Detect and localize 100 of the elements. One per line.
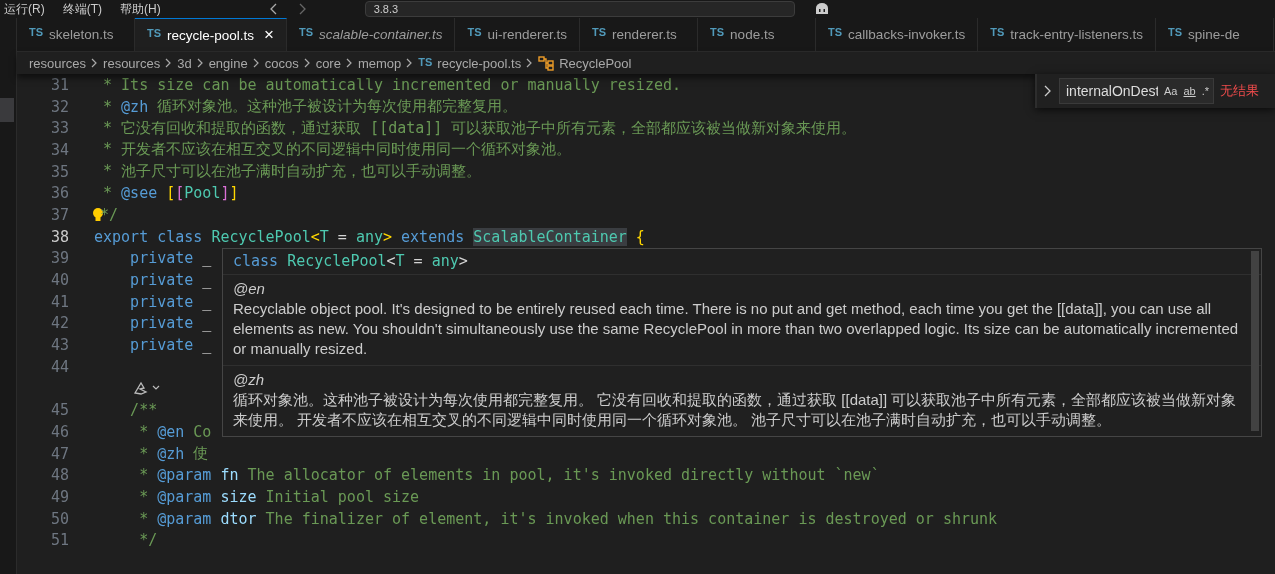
keyword: private <box>129 249 194 268</box>
close-button[interactable]: × <box>264 25 275 45</box>
code-text: _ <box>201 249 212 268</box>
comment-text: * <box>138 487 150 506</box>
editor-tab[interactable]: TS scalable-container.ts <box>287 18 456 51</box>
comment-text: */ <box>100 205 119 224</box>
doc-tag: @zh <box>157 444 185 463</box>
keyword: extends <box>400 227 466 246</box>
doc-tag: @zh <box>233 370 1249 390</box>
doc-tag: @en <box>157 422 185 441</box>
comment-text: * 开发者不应该在相互交叉的不同逻辑中同时使用同一个循环对象池。 <box>102 140 572 160</box>
find-option-toggle[interactable]: .* <box>1201 85 1210 97</box>
doc-tag: @en <box>233 279 1249 299</box>
keyword: private <box>129 292 194 311</box>
comment-text: * Its size can be automatically incremented or manually resized. <box>102 75 681 94</box>
typescript-icon: TS <box>467 26 482 38</box>
find-option-toggle[interactable]: Aa <box>1164 85 1178 97</box>
param-name: fn <box>219 466 239 485</box>
class-symbol-icon <box>538 55 555 71</box>
typescript-icon: TS <box>828 26 843 38</box>
bracket: [ <box>175 184 185 203</box>
menu-item[interactable]: 帮助(H) <box>120 0 161 18</box>
chevron-icon <box>196 58 204 68</box>
type-name: RecyclePool <box>287 251 387 271</box>
code-text: > <box>458 251 468 271</box>
doc-tag: @see <box>121 184 167 203</box>
editor-tab[interactable]: TS recycle-pool.ts × <box>135 18 288 51</box>
chevron-icon[interactable] <box>1043 84 1053 98</box>
editor-tab[interactable]: TS spine-de <box>1156 18 1274 51</box>
bracket: > <box>383 227 393 246</box>
tab-label: scalable-container.ts <box>319 27 443 42</box>
line-number: 51 <box>49 531 70 550</box>
type-name: any <box>355 227 383 246</box>
typescript-icon: TS <box>1168 26 1183 38</box>
breadcrumb-item[interactable]: 3d <box>177 55 192 71</box>
find-option-toggle[interactable]: ab <box>1183 85 1196 97</box>
tab-label: node.ts <box>730 27 775 42</box>
line-number: 41 <box>49 292 70 311</box>
comment-text: Initial pool size <box>264 487 420 506</box>
comment-text: Co <box>192 422 212 441</box>
doc-tag: @param <box>157 466 212 485</box>
chevron-icon <box>345 58 353 68</box>
breadcrumb-item[interactable]: recycle-pool.ts <box>437 55 522 71</box>
breadcrumb-item[interactable]: cocos <box>264 55 299 71</box>
typescript-icon: TS <box>592 26 607 38</box>
line-number: 34 <box>49 140 70 159</box>
line-number: 37 <box>49 205 70 224</box>
breadcrumb-item[interactable]: RecyclePool <box>559 55 632 71</box>
bracket: [ <box>166 184 176 203</box>
breadcrumb-item[interactable]: engine <box>208 55 248 71</box>
tab-label: callbacks-invoker.ts <box>848 27 966 42</box>
bracket: ] <box>229 184 239 203</box>
scrollbar[interactable] <box>1251 251 1259 431</box>
line-number: 38 <box>49 227 70 246</box>
command-center-field[interactable]: 3.8.3 <box>364 1 795 17</box>
menu-item[interactable]: 终端(T) <box>62 0 102 18</box>
editor-tab[interactable]: TS node.ts <box>698 18 817 51</box>
comment-text: * <box>138 466 150 485</box>
comment-text: * <box>138 444 150 463</box>
chevron-icon <box>165 58 173 68</box>
tab-label: ui-renderer.ts <box>487 27 568 42</box>
line-number: 46 <box>49 422 70 441</box>
breadcrumb-item[interactable]: resources <box>29 55 87 71</box>
comment-text: /** <box>129 401 158 420</box>
breadcrumb-item[interactable]: resources <box>103 55 161 71</box>
chevron-icon <box>526 58 534 68</box>
chevron-icon <box>303 58 311 68</box>
line-number: 35 <box>49 162 70 181</box>
line-number: 31 <box>49 75 70 94</box>
code-text: _ <box>201 314 212 333</box>
bracket: ] <box>220 184 230 203</box>
comment-text: * 它没有回收和提取的函数，通过获取 [[data]] 可以获取池子中所有元素，全部都应该被当做新对象来使用。 <box>102 118 857 138</box>
comment-text: * 池子尺寸可以在池子满时自动扩充，也可以手动调整。 <box>102 162 482 182</box>
tab-label: renderer.ts <box>612 27 677 42</box>
tab-label: skeleton.ts <box>49 27 114 42</box>
editor-tab[interactable]: TS callbacks-invoker.ts <box>816 18 979 51</box>
editor-tab[interactable]: TS ui-renderer.ts <box>455 18 581 51</box>
comment-text: The finalizer of element, it's invoked when this container is destroyed or shrunk <box>264 509 998 528</box>
editor-tab[interactable]: TS track-entry-listeners.ts <box>978 18 1156 51</box>
type-name: RecyclePool <box>211 227 311 246</box>
copilot-sparkle-icon[interactable] <box>132 380 162 397</box>
line-number: 49 <box>49 487 70 506</box>
menu-item[interactable]: 运行(R) <box>4 0 45 18</box>
comment-text: * <box>138 422 150 441</box>
breadcrumb-item[interactable]: core <box>315 55 341 71</box>
keyword: private <box>129 336 194 355</box>
doc-tag: @param <box>157 509 212 528</box>
tab-label: spine-de <box>1188 27 1240 42</box>
typescript-icon: TS <box>147 26 162 39</box>
comment-text: The allocator of elements in pool, it's invoked directly without `new` <box>246 466 880 485</box>
editor-tab[interactable]: TS renderer.ts <box>580 18 699 51</box>
breadcrumb-item[interactable]: memop <box>357 55 402 71</box>
code-text: = <box>336 227 348 246</box>
line-number: 44 <box>49 357 70 376</box>
line-number: 47 <box>49 444 70 463</box>
line-number: 36 <box>49 184 70 203</box>
typescript-icon: TS <box>990 26 1005 38</box>
typescript-icon: TS <box>710 26 725 38</box>
keyword: class <box>233 251 280 271</box>
doc-text: Recyclable object pool. It's designed to be entirely reused each time. There is no put and get method, each time you get the [[data]], you can use all elements as new. You shouldn't simultaneously use the same RecyclePool in more than two overlapped logic. Its size can be automatically incremented or manually resized. <box>233 299 1240 359</box>
